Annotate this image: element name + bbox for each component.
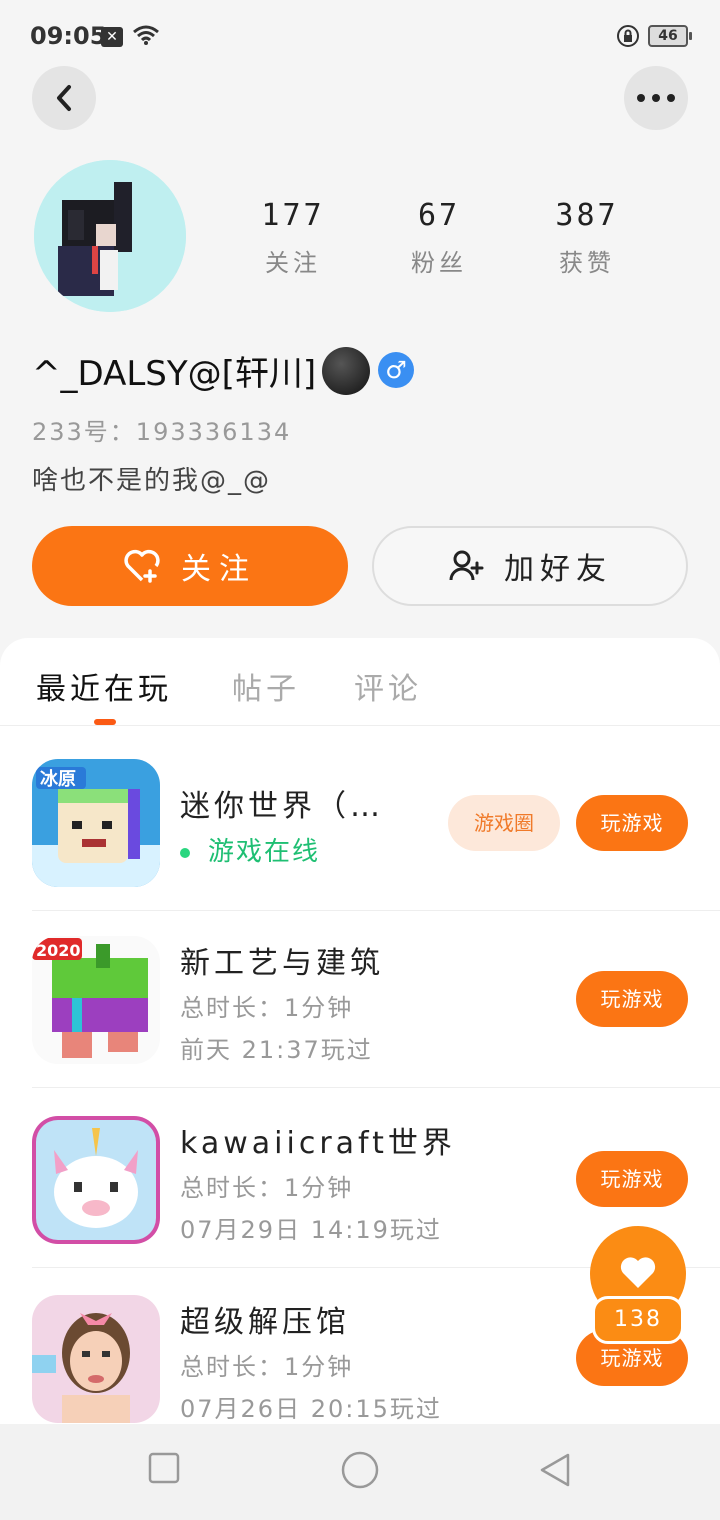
- play-game-button[interactable]: 玩游戏: [576, 1151, 688, 1207]
- game-last-played: 07月26日 20:15玩过: [180, 1395, 442, 1423]
- follow-label: 关注: [181, 552, 257, 587]
- stat-following[interactable]: 177 关注: [238, 198, 348, 278]
- game-duration: 总时长：1分钟: [180, 994, 354, 1022]
- like-count-badge: 138: [592, 1296, 684, 1344]
- tab-bar: 最近在玩 帖子 评论: [0, 638, 720, 726]
- more-dots-icon: [637, 94, 675, 102]
- square-icon: [148, 1452, 180, 1484]
- stat-likes-label: 获赞: [559, 249, 615, 277]
- notification-x-icon: ✕: [101, 27, 123, 47]
- play-game-button[interactable]: 玩游戏: [576, 971, 688, 1027]
- game-icon-badge: 冰原: [40, 768, 76, 790]
- game-icon-badge: 2020: [36, 941, 81, 960]
- game-circle-button[interactable]: 游戏圈: [448, 795, 560, 851]
- game-icon-new-craft[interactable]: 2020: [32, 936, 160, 1064]
- tab-posts[interactable]: 帖子: [232, 664, 300, 708]
- tab-comments[interactable]: 评论: [354, 664, 422, 708]
- game-icon-kawaiicraft[interactable]: [32, 1116, 160, 1244]
- nav-back-button[interactable]: [538, 1452, 572, 1492]
- chevron-left-icon: [57, 85, 71, 111]
- recent-apps-button[interactable]: [148, 1452, 180, 1488]
- nickname-row: ^_DALSY@[轩川]: [32, 346, 371, 395]
- add-friend-label: 加好友: [504, 552, 612, 587]
- dark-moon-emoji-icon: [322, 346, 371, 395]
- game-row[interactable]: 2020 新工艺与建筑 总时长：1分钟 前天 21:37玩过 玩游戏: [0, 936, 720, 1114]
- game-title: 迷你世界（…: [180, 789, 384, 824]
- stat-followers-count: 67: [417, 198, 461, 233]
- game-status: 游戏在线: [180, 831, 320, 868]
- battery-icon: 46: [648, 25, 692, 47]
- follow-button[interactable]: 关注: [32, 526, 348, 606]
- stat-likes-count: 387: [555, 198, 619, 233]
- circle-icon: [341, 1451, 379, 1489]
- avatar[interactable]: [34, 160, 186, 312]
- game-duration: 总时长：1分钟: [180, 1174, 354, 1202]
- stat-followers-label: 粉丝: [411, 249, 467, 277]
- play-game-button[interactable]: 玩游戏: [576, 795, 688, 851]
- divider: [32, 910, 720, 911]
- game-status-label: 游戏在线: [208, 837, 321, 867]
- game-last-played: 前天 21:37玩过: [180, 1036, 373, 1064]
- game-row[interactable]: 冰原 迷你世界（… 游戏在线 游戏圈 玩游戏: [0, 759, 720, 937]
- game-icon-super-relax[interactable]: [32, 1295, 160, 1423]
- tab-indicator: [94, 719, 116, 725]
- rotation-lock-icon: [616, 24, 640, 52]
- divider: [32, 1087, 720, 1088]
- add-user-icon: [448, 549, 484, 583]
- heart-plus-icon: [123, 549, 161, 583]
- game-icon-mini-world[interactable]: 冰原: [32, 759, 160, 887]
- more-options-button[interactable]: [624, 66, 688, 130]
- online-dot-icon: [180, 847, 190, 858]
- game-title: kawaiicraft世界: [180, 1126, 456, 1161]
- add-friend-button[interactable]: 加好友: [372, 526, 688, 606]
- stat-followers[interactable]: 67 粉丝: [384, 198, 494, 278]
- tab-recently-played[interactable]: 最近在玩: [36, 664, 172, 708]
- stat-likes[interactable]: 387 获赞: [532, 198, 642, 278]
- back-button[interactable]: [32, 66, 96, 130]
- game-title: 新工艺与建筑: [180, 946, 384, 981]
- stat-following-count: 177: [261, 198, 325, 233]
- status-time: 09:05: [30, 22, 107, 50]
- status-bar: 09:05 ✕ 46: [0, 0, 720, 70]
- gender-male-icon: ♂: [378, 352, 414, 388]
- nickname: ^_DALSY@[轩川]: [32, 354, 317, 394]
- game-last-played: 07月29日 14:19玩过: [180, 1216, 442, 1244]
- bio: 啥也不是的我@_@: [32, 466, 272, 496]
- triangle-back-icon: [540, 1453, 570, 1487]
- game-duration: 总时长：1分钟: [180, 1353, 354, 1381]
- home-button[interactable]: [340, 1450, 380, 1494]
- user-id: 233号：193336134: [32, 418, 292, 446]
- heart-icon: [620, 1257, 656, 1288]
- system-nav-bar: [0, 1424, 720, 1520]
- game-title: 超级解压馆: [180, 1305, 350, 1340]
- stat-following-label: 关注: [265, 249, 321, 277]
- wifi-icon: [132, 24, 160, 50]
